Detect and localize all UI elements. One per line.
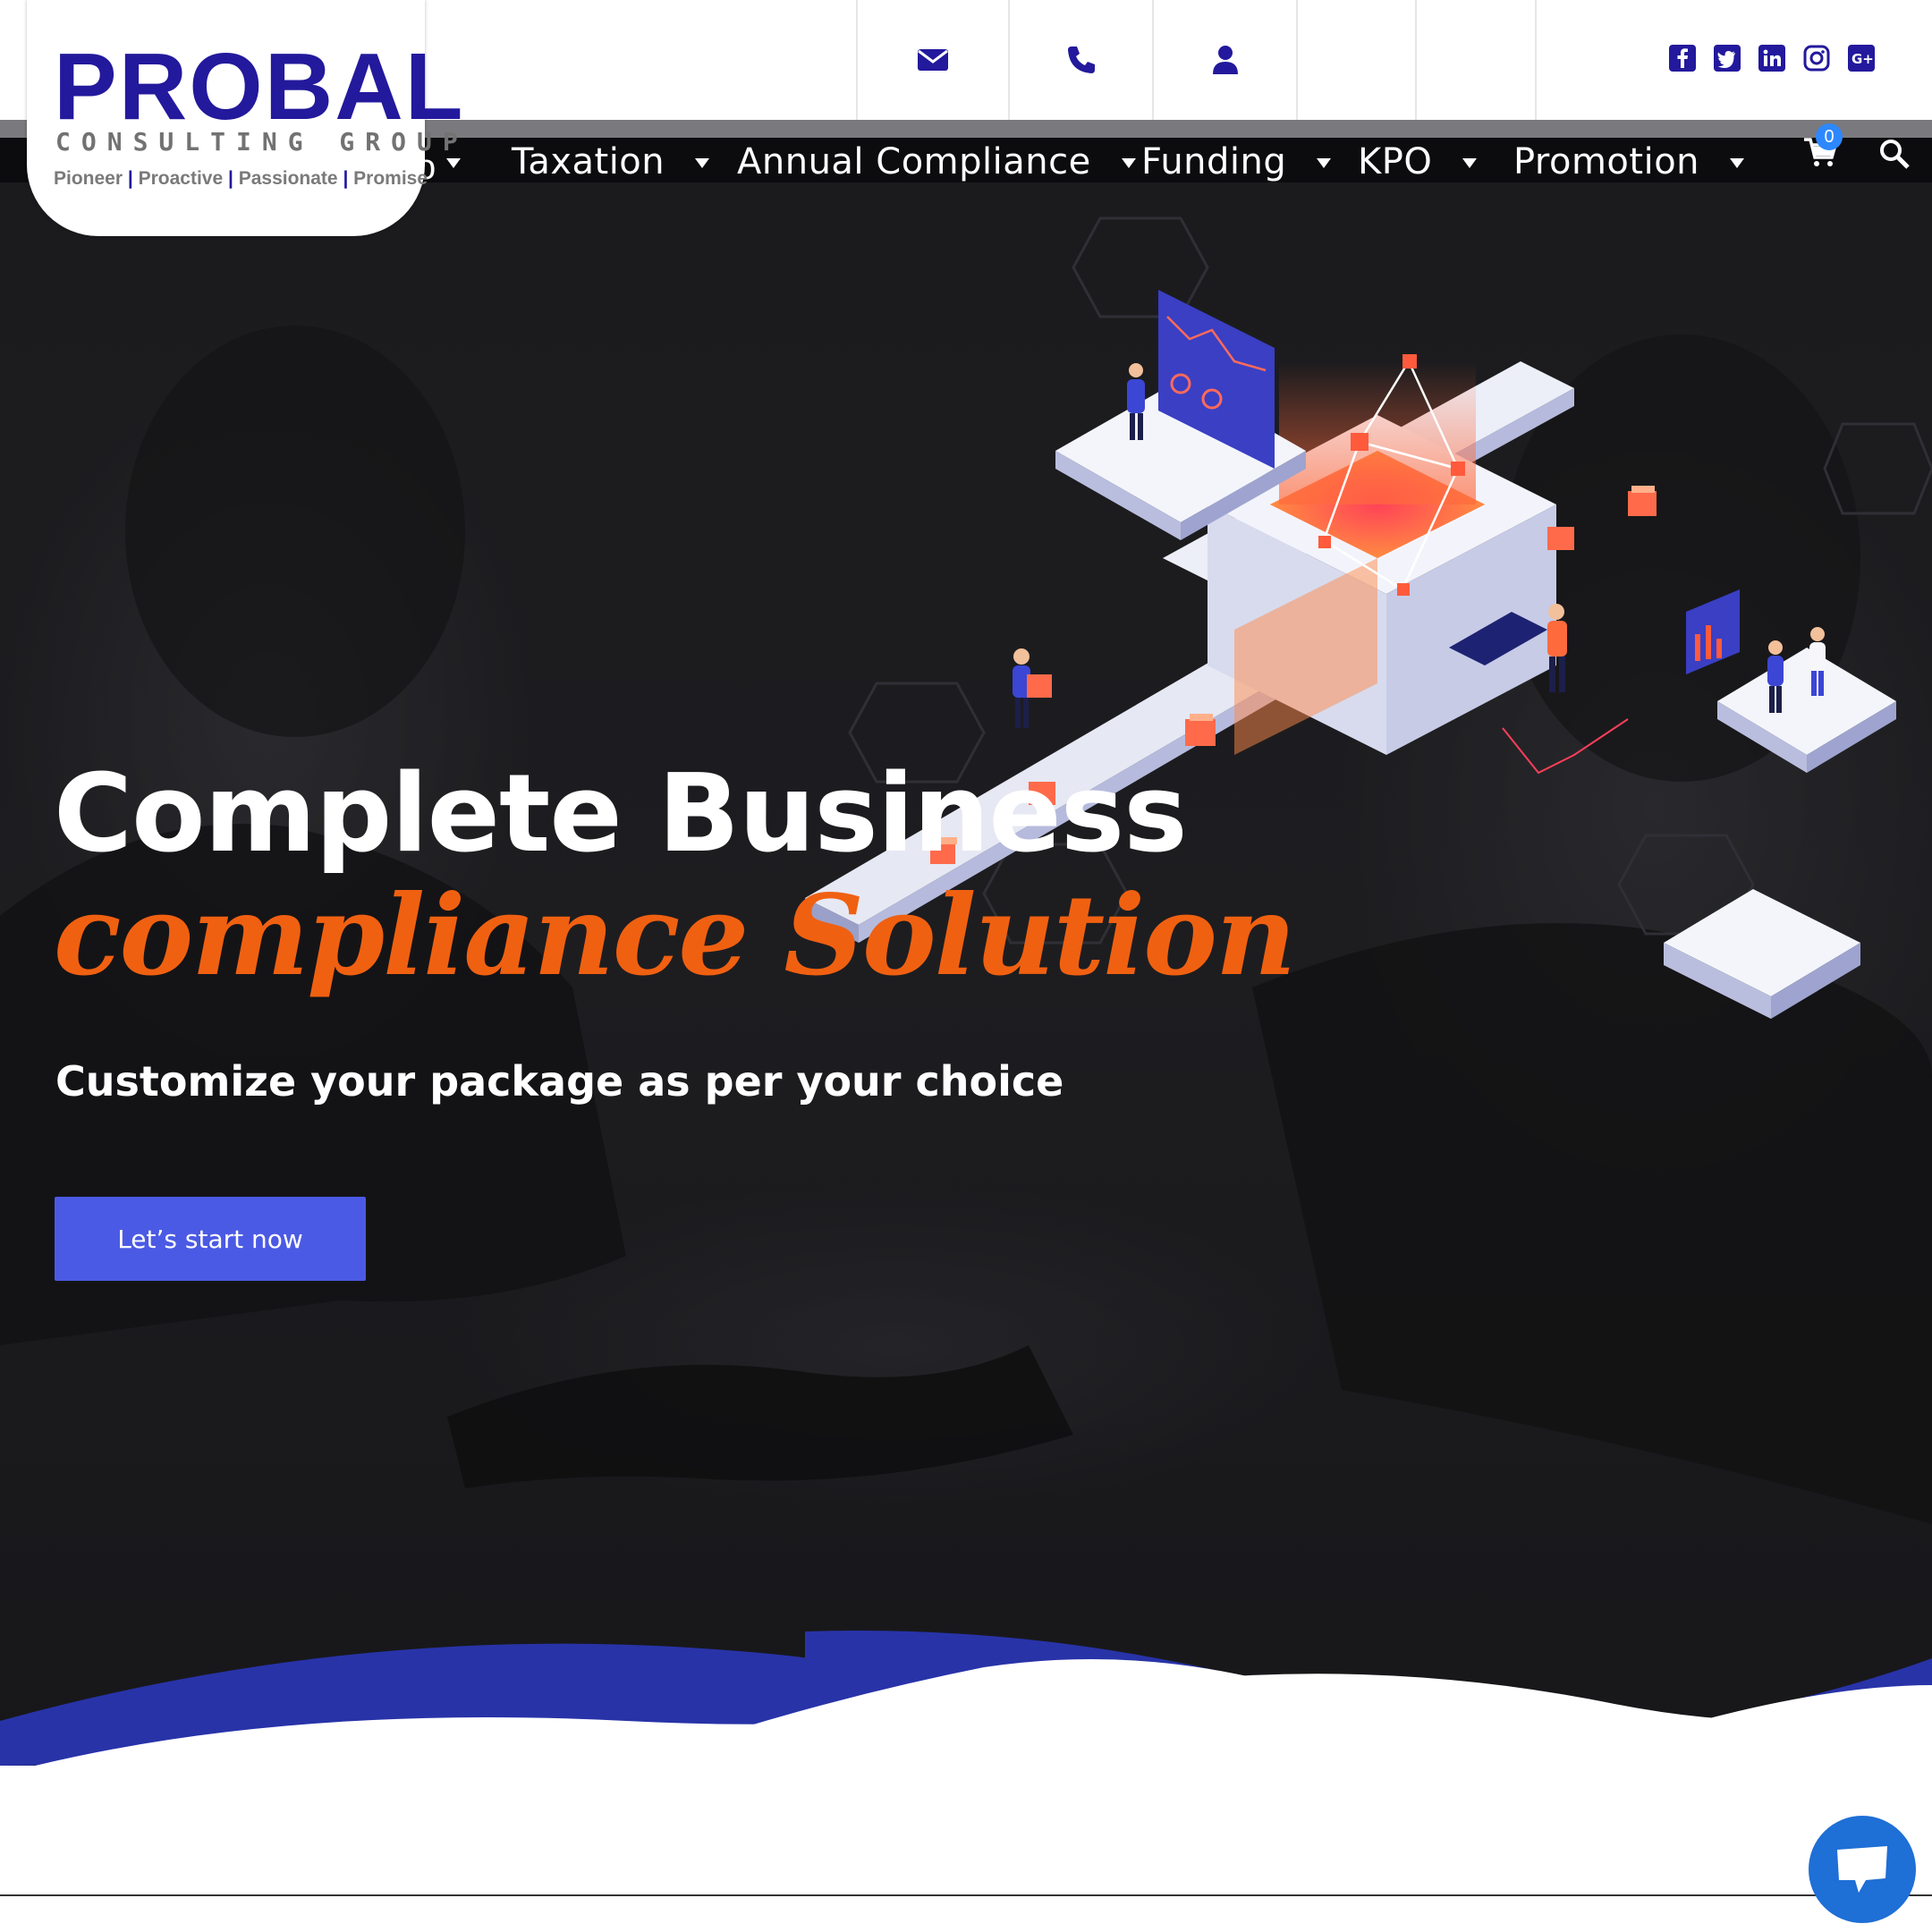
chevron-down-icon bbox=[1462, 157, 1478, 168]
phone-icon bbox=[1067, 47, 1095, 73]
google-plus-icon[interactable]: G+ bbox=[1848, 45, 1875, 72]
tagline-word: Passionate bbox=[238, 168, 338, 189]
logo-wordmark: PROBAL bbox=[54, 34, 465, 140]
nav-item-label: KPO bbox=[1358, 141, 1433, 182]
chat-widget-button[interactable] bbox=[1809, 1816, 1916, 1923]
brand-logo[interactable]: PROBAL CONSULTING GROUP Pioneer | Proact… bbox=[27, 0, 463, 236]
nav-item-taxation[interactable]: Taxation bbox=[512, 140, 710, 184]
tagline-word: Proactive bbox=[138, 168, 224, 189]
nav-item-kpo[interactable]: KPO bbox=[1358, 140, 1478, 184]
instagram-icon[interactable] bbox=[1803, 45, 1830, 72]
logo-tagline: Pioneer | Proactive | Passionate | Promi… bbox=[54, 168, 428, 189]
nav-item-annual-compliance[interactable]: Annual Compliance bbox=[737, 140, 1136, 184]
topbar-empty-cell bbox=[1415, 0, 1535, 120]
start-now-button[interactable]: Let’s start now bbox=[55, 1197, 366, 1281]
nav-item-funding[interactable]: Funding bbox=[1141, 140, 1332, 184]
envelope-icon bbox=[918, 49, 948, 71]
phone-link[interactable] bbox=[1008, 0, 1152, 120]
chevron-down-icon bbox=[695, 157, 710, 168]
nav-item-label: Annual Compliance bbox=[737, 141, 1091, 182]
account-link[interactable] bbox=[1152, 0, 1296, 120]
linkedin-icon[interactable] bbox=[1758, 45, 1785, 72]
facebook-icon[interactable] bbox=[1669, 45, 1696, 72]
topbar-divider bbox=[1535, 0, 1537, 120]
nav-item-promotion[interactable]: Promotion bbox=[1513, 140, 1745, 184]
hero-accent-title: compliance Solution bbox=[54, 871, 1296, 1001]
chevron-down-icon bbox=[1730, 157, 1745, 168]
tagline-word: Promise bbox=[353, 168, 428, 189]
chevron-down-icon bbox=[446, 157, 461, 168]
nav-item-label: Funding bbox=[1141, 141, 1287, 182]
hero-subtitle: Customize your package as per your choic… bbox=[55, 1057, 1064, 1106]
topbar-empty-cell bbox=[1296, 0, 1415, 120]
nav-item-label: Promotion bbox=[1513, 141, 1700, 182]
hero-banner: Complete Business compliance Solution Cu… bbox=[0, 182, 1932, 1766]
tagline-word: Pioneer bbox=[54, 168, 123, 189]
chevron-down-icon bbox=[1121, 157, 1136, 168]
user-icon bbox=[1212, 46, 1238, 74]
chat-icon bbox=[1837, 1846, 1887, 1893]
chevron-down-icon bbox=[1317, 157, 1332, 168]
twitter-icon[interactable] bbox=[1714, 45, 1741, 72]
social-links: G+ bbox=[1669, 45, 1875, 72]
search-icon[interactable] bbox=[1878, 138, 1911, 170]
email-link[interactable] bbox=[856, 0, 1008, 120]
hero-title: Complete Business bbox=[54, 752, 1188, 877]
nav-item-label: Taxation bbox=[512, 141, 665, 182]
cart-count-badge: 0 bbox=[1816, 123, 1843, 150]
section-divider bbox=[0, 1894, 1932, 1896]
logo-subtitle: CONSULTING GROUP bbox=[55, 127, 469, 157]
svg-text:G+: G+ bbox=[1852, 51, 1874, 67]
